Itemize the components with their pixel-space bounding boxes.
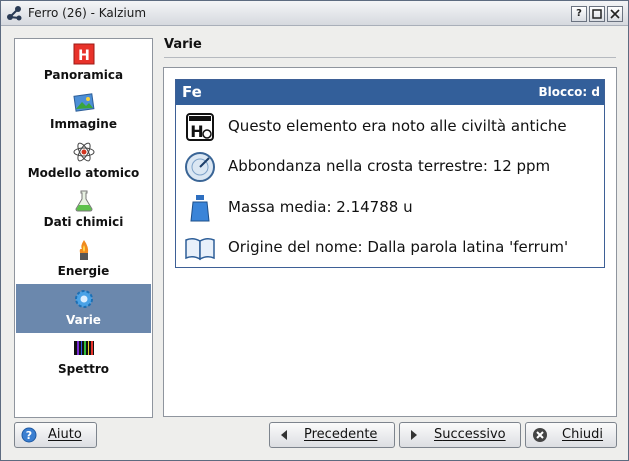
next-button-label: Successivo	[434, 427, 506, 442]
sidebar-item-dati-chimici[interactable]: Dati chimici	[16, 186, 151, 235]
svg-text:H: H	[78, 48, 90, 64]
flame-icon	[79, 240, 89, 260]
sidebar-item-modello-atomico[interactable]: Modello atomico	[16, 137, 151, 186]
next-button[interactable]: Successivo	[399, 422, 521, 448]
book-icon	[185, 237, 215, 261]
sidebar-item-spettro[interactable]: Spettro	[16, 333, 151, 382]
close-button-label: Chiudi	[562, 427, 604, 442]
mass-text: Massa media: 2.14788 u	[228, 198, 413, 216]
sidebar-item-label: Energie	[57, 264, 110, 278]
sidebar-item-label: Modello atomico	[27, 166, 140, 180]
weight-icon	[190, 195, 210, 222]
question-icon: ?	[576, 8, 582, 19]
element-block: Blocco: d	[538, 85, 600, 99]
gear-icon	[75, 290, 93, 308]
element-card-header: Fe Blocco: d	[176, 80, 604, 105]
info-row-mass: Massa media: 2.14788 u	[176, 188, 604, 228]
page-list: H Panoramica Immagine Modello atomico Da…	[14, 38, 153, 418]
page-panel: Fe Blocco: d H Questo elemento era noto …	[163, 67, 617, 417]
sidebar-item-label: Dati chimici	[43, 215, 124, 229]
maximize-icon	[592, 9, 602, 19]
context-help-button[interactable]: ?	[571, 6, 587, 22]
atom-model-icon	[73, 142, 95, 162]
arrow-left-icon	[281, 430, 287, 440]
spectrum-icon	[74, 341, 94, 355]
arrow-right-icon	[411, 430, 417, 440]
info-row-name-origin: Origine del nome: Dalla parola latina 'f…	[176, 228, 604, 268]
close-window-button[interactable]	[607, 6, 623, 22]
sidebar-item-label: Spettro	[57, 362, 109, 376]
help-button[interactable]: ? Aiuto	[14, 422, 97, 448]
picture-icon	[73, 93, 95, 112]
sidebar-item-label: Panoramica	[43, 68, 124, 82]
sidebar-item-energie[interactable]: Energie	[16, 235, 151, 284]
help-button-label: Aiuto	[48, 427, 82, 442]
maximize-button[interactable]	[589, 6, 605, 22]
kalzium-dialog: Ferro (26) - Kalzium ? H Panoramica Imma…	[0, 0, 629, 461]
history-text: Questo elemento era noto alle civiltà an…	[228, 117, 567, 135]
abundance-text: Abbondanza nella crosta terrestre: 12 pp…	[228, 157, 551, 175]
close-icon	[610, 9, 620, 19]
previous-button[interactable]: Precedente	[269, 422, 395, 448]
svg-text:?: ?	[26, 429, 32, 442]
svg-text:H: H	[190, 122, 203, 141]
element-symbol: Fe	[182, 83, 202, 101]
flask-icon	[75, 190, 93, 212]
dialog-content: H Panoramica Immagine Modello atomico Da…	[1, 26, 628, 460]
element-info-card: Fe Blocco: d H Questo elemento era noto …	[175, 79, 605, 268]
close-button[interactable]: Chiudi	[525, 422, 617, 448]
sidebar-item-label: Varie	[66, 313, 101, 327]
name-origin-text: Origine del nome: Dalla parola latina 'f…	[228, 238, 569, 256]
sidebar-item-varie[interactable]: Varie	[16, 284, 151, 333]
info-row-history: H Questo elemento era noto alle civiltà …	[176, 107, 604, 147]
previous-button-label: Precedente	[304, 427, 378, 442]
sidebar-item-panoramica[interactable]: H Panoramica	[16, 39, 151, 88]
sidebar-item-label: Immagine	[50, 117, 117, 131]
title-divider	[164, 57, 616, 58]
history-element-icon: H	[186, 113, 214, 141]
info-row-abundance: Abbondanza nella crosta terrestre: 12 pp…	[176, 147, 604, 187]
close-circle-icon	[533, 428, 547, 442]
window-title: Ferro (26) - Kalzium	[28, 6, 147, 20]
kalzium-app-icon[interactable]	[6, 5, 23, 22]
title-bar[interactable]: Ferro (26) - Kalzium ?	[1, 1, 628, 26]
periodic-element-icon: H	[73, 43, 95, 65]
radar-icon	[185, 152, 215, 182]
page-title: Varie	[164, 37, 202, 52]
help-icon: ?	[21, 427, 37, 443]
sidebar-item-immagine[interactable]: Immagine	[16, 88, 151, 137]
